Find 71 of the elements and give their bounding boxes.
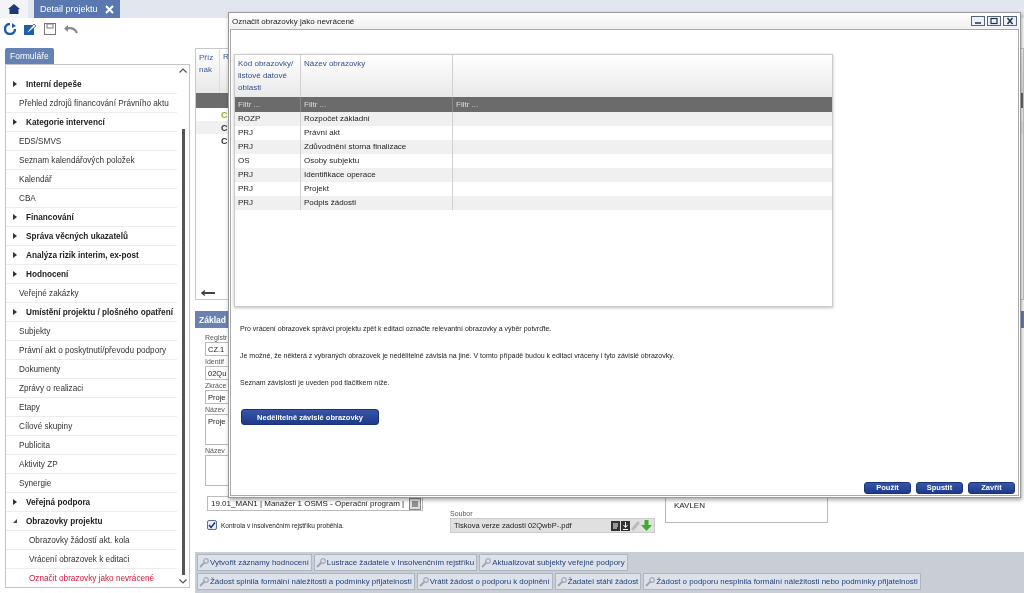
tab[interactable]: Detail projektu [34,0,120,18]
expand-icon[interactable] [12,81,18,87]
sidebar-group[interactable]: Veřejná podpora [26,497,91,507]
filter-field[interactable]: Filtr ... [235,97,301,112]
sidebar-group[interactable]: Financování [26,212,74,222]
sidebar-item[interactable]: Dokumenty [19,364,61,374]
sidebar-item[interactable]: Synergie [19,478,52,488]
sidebar-item[interactable]: Veřejné zakázky [19,288,79,298]
sidebar-item[interactable]: Cílové skupiny [19,421,73,431]
expand-icon[interactable] [12,233,18,239]
panel-title: Základ [199,314,226,325]
undo-icon[interactable] [64,24,78,34]
scroll-up-icon[interactable] [179,68,187,73]
expand-icon[interactable] [12,252,18,258]
sidebar-item[interactable]: EDS/SMVS [19,136,62,146]
scrollbar-thumb[interactable] [181,129,185,575]
table-cell: Identifikace operace [301,168,453,182]
sidebar-group[interactable]: Správa věcných ukazatelů [26,231,128,241]
sidebar-item[interactable]: Subjekty [19,326,51,336]
sidebar-item[interactable]: Obrazovky žádostí akt. kola [29,535,130,545]
sidebar-group[interactable]: Hodnocení [26,269,69,279]
edit-icon[interactable] [24,23,36,35]
scroll-left-icon[interactable] [201,290,215,296]
sidebar-group[interactable]: Interní depeše [26,79,82,89]
sidebar-item[interactable]: Označit obrazovky jako nevrácené [29,573,155,583]
home-tab[interactable] [0,0,28,18]
home-icon [8,4,20,14]
table-cell: C [221,135,228,146]
sidebar-group[interactable]: Umístění projektu / plošného opatření [26,307,173,317]
sidebar-group[interactable]: Analýza rizik interim, ex-post [26,250,139,260]
download-icon[interactable] [621,520,630,531]
table-cell: Rozpočet základní [301,112,453,126]
sidebar-item[interactable]: Seznam kalendářových položek [19,155,135,165]
column-header[interactable]: R [220,49,232,93]
sidebar-item[interactable]: CBA [19,193,36,203]
sidebar-group[interactable]: Obrazovky projektu [26,516,103,526]
minimize-icon[interactable] [971,16,985,26]
expand-icon[interactable] [12,119,18,125]
table-cell: PRJ [235,196,301,210]
expand-icon[interactable] [12,271,18,277]
expand-icon[interactable] [12,214,18,220]
close-icon[interactable] [1003,16,1017,26]
save-icon[interactable] [44,23,56,35]
refresh-icon[interactable] [4,23,16,35]
sidebar-item[interactable]: Zprávy o realizaci [19,383,84,393]
document-icon[interactable] [611,520,620,531]
sidebar-item[interactable]: Aktivity ZP [19,459,58,469]
list-icon[interactable] [409,497,421,510]
sidebar-item[interactable]: Vrácení obrazovek k editaci [29,554,130,564]
checkbox[interactable] [207,520,217,530]
maximize-icon[interactable] [987,16,1001,26]
table-cell: Podpis žádosti [301,196,453,210]
sidebar-item[interactable]: Přehled zdrojů financování Právního aktu [19,98,169,108]
filter-field[interactable]: Filtr ... [301,97,453,112]
expand-icon[interactable] [12,499,18,505]
expand-icon[interactable] [12,309,18,315]
collapse-icon[interactable] [12,518,18,524]
table-cell: PRJ [235,140,301,154]
table-cell: Zdůvodnění storna finalizace [301,140,453,154]
sidebar-item[interactable]: Publicita [19,440,50,450]
sidebar-item[interactable]: Kalendář [19,174,52,184]
sidebar-group[interactable]: Kategorie intervencí [26,117,105,127]
table-cell: ROZP [235,112,301,126]
dialog-title: Označit obrazovky jako nevrácené [232,16,355,26]
sidebar-item[interactable]: Právní akt o poskytnutí/převodu podpory [19,345,166,355]
table-cell: PRJ [235,168,301,182]
sidebar-item[interactable]: Etapy [19,402,40,412]
table-cell: C [221,109,228,120]
table-cell: C [221,122,228,133]
sidebar-tab[interactable]: Formuláře [5,48,54,64]
scroll-down-icon[interactable] [179,579,187,584]
